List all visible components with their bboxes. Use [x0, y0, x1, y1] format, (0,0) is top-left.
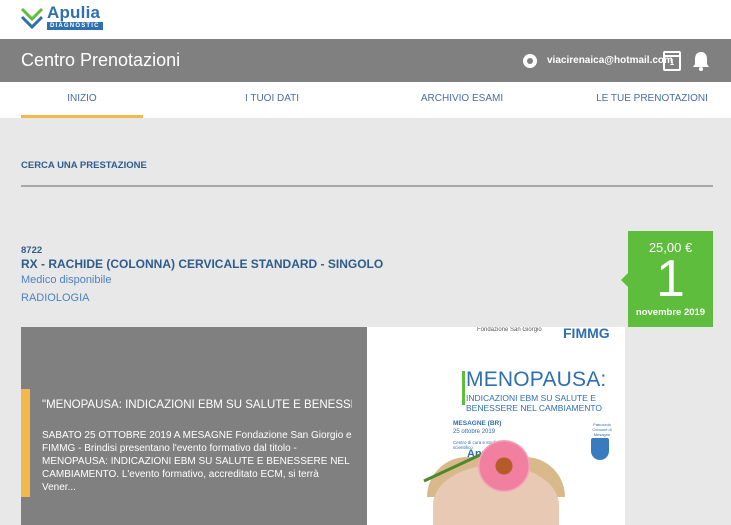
divider — [21, 185, 713, 187]
exam-code: 8722 — [21, 245, 43, 256]
poster-heading: MENOPAUSA: — [466, 368, 607, 391]
main-nav: INIZIO I TUOI DATI ARCHIVIO ESAMI LE TUE… — [0, 82, 731, 118]
flower-icon — [478, 440, 530, 492]
poster-accent-bar — [462, 371, 465, 405]
bell-icon[interactable] — [692, 51, 710, 71]
news-text-panel: "MENOPAUSA: INDICAZIONI EBM SU SALUTE E … — [21, 327, 367, 525]
crest-icon — [591, 438, 609, 460]
poster-date: 25 ottobre 2019 — [453, 429, 496, 435]
apulia-logo-icon — [20, 7, 44, 29]
exam-month: novembre 2019 — [635, 307, 706, 318]
page-title: Centro Prenotazioni — [21, 50, 181, 70]
news-poster-image[interactable]: Fondazione San Giorgio FIMMG MENOPAUSA: … — [367, 327, 625, 525]
poster-foundation: Fondazione San Giorgio — [477, 327, 542, 333]
user-email[interactable]: viacirenaica@hotmail.com — [547, 55, 673, 66]
exam-department: RADIOLOGIA — [21, 292, 90, 304]
news-image-panel: Fondazione San Giorgio FIMMG MENOPAUSA: … — [367, 327, 713, 525]
news-title[interactable]: "MENOPAUSA: INDICAZIONI EBM SU SALUTE E … — [42, 399, 352, 411]
price-date-box[interactable]: 25,00 € 1 novembre 2019 — [621, 231, 713, 327]
exam-doctor: Medico disponibile — [21, 274, 112, 286]
poster-subheading: INDICAZIONI EBM SU SALUTE E BENESSERE NE… — [466, 393, 603, 413]
poster-crest-label: Patrocinio Comune di Mesagne — [592, 422, 612, 437]
tab-inizio[interactable]: INIZIO — [21, 82, 143, 118]
news-excerpt: SABATO 25 OTTOBRE 2019 A MESAGNE Fondazi… — [42, 430, 352, 493]
tab-archivio-esami[interactable]: ARCHIVIO ESAMI — [402, 82, 522, 118]
logo-subtitle: DIAGNOSTIC — [47, 22, 103, 30]
calendar-icon[interactable]: 1 — [663, 51, 681, 71]
exam-day: 1 — [656, 250, 685, 308]
apulia-logo[interactable]: Apulia DIAGNOSTIC — [20, 3, 112, 31]
search-section-title: CERCA UNA PRESTAZIONE — [21, 160, 147, 171]
poster-place: MESAGNE (BR) — [453, 420, 502, 427]
top-bar: Apulia DIAGNOSTIC — [0, 0, 731, 39]
news-banner[interactable]: "MENOPAUSA: INDICAZIONI EBM SU SALUTE E … — [21, 327, 713, 525]
logo-name: Apulia — [47, 3, 101, 22]
user-icon[interactable] — [523, 54, 537, 68]
poster-fimmg: FIMMG — [563, 327, 610, 341]
news-accent-bar — [21, 389, 30, 497]
calendar-badge: 1 — [669, 58, 675, 67]
exam-title[interactable]: RX - RACHIDE (COLONNA) CERVICALE STANDAR… — [21, 257, 383, 271]
page-header: Centro Prenotazioni viacirenaica@hotmail… — [0, 39, 731, 82]
tab-i-tuoi-dati[interactable]: I TUOI DATI — [212, 82, 332, 118]
tab-le-tue-prenotazioni[interactable]: LE TUE PRENOTAZIONI — [592, 82, 712, 118]
